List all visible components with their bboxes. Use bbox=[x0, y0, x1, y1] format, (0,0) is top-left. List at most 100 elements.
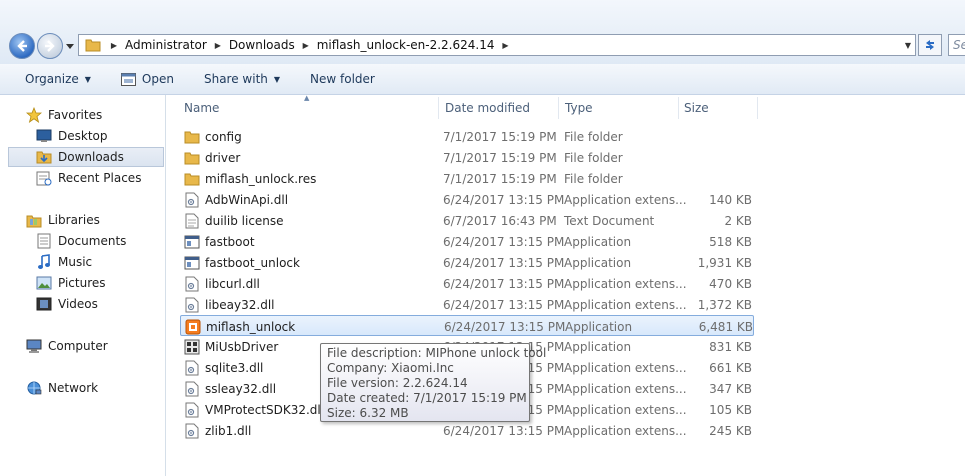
file-name-cell: MiUsbDriver bbox=[184, 336, 278, 357]
file-size-cell: 661 KB bbox=[709, 360, 752, 375]
file-type-cell: Application bbox=[565, 319, 633, 334]
folder-icon bbox=[184, 129, 200, 145]
file-row[interactable]: fastboot 6/24/2017 13:15 PM Application 518… bbox=[180, 231, 754, 252]
open-button[interactable]: Open bbox=[120, 64, 174, 94]
sidebar-item-favorites[interactable]: Favorites bbox=[26, 105, 164, 125]
file-type-cell: Application extens... bbox=[564, 381, 687, 396]
file-name-cell: sqlite3.dll bbox=[184, 357, 263, 378]
tooltip-description: File description: MIPhone unlock tool bbox=[327, 346, 547, 360]
file-type-cell: Application bbox=[564, 339, 632, 354]
star-icon bbox=[26, 107, 42, 123]
navigation-pane: Favorites Desktop Downloads Recent Place… bbox=[0, 95, 166, 476]
file-type-cell: Text Document bbox=[564, 213, 655, 228]
file-size-cell: 470 KB bbox=[709, 276, 752, 291]
computer-icon bbox=[26, 338, 42, 354]
sidebar-item-videos[interactable]: Videos bbox=[36, 294, 164, 314]
dll-icon bbox=[184, 402, 200, 418]
dll-icon bbox=[184, 360, 200, 376]
sidebar-item-computer[interactable]: Computer bbox=[26, 336, 164, 356]
file-size-cell: 831 KB bbox=[709, 339, 752, 354]
folder-icon bbox=[85, 39, 101, 52]
file-type-cell: Application bbox=[564, 234, 632, 249]
network-icon bbox=[26, 380, 42, 396]
address-dropdown-icon[interactable]: ▼ bbox=[905, 41, 911, 50]
address-bar-region: ▶ Administrator ▶ Downloads ▶ miflash_unloc… bbox=[0, 0, 965, 64]
file-row[interactable]: miflash_unlock.res 7/1/2017 15:19 PM File … bbox=[180, 168, 754, 189]
column-header-size[interactable]: Size bbox=[684, 95, 754, 121]
breadcrumb-item[interactable]: ▶ Downloads bbox=[211, 35, 299, 55]
sidebar-item-music[interactable]: Music bbox=[36, 252, 164, 272]
column-divider[interactable] bbox=[757, 97, 758, 119]
sidebar-item-network[interactable]: Network bbox=[26, 378, 164, 398]
breadcrumb-separator-icon: ▶ bbox=[214, 40, 221, 50]
file-row[interactable]: AdbWinApi.dll 6/24/2017 13:15 PM Applicati… bbox=[180, 189, 754, 210]
breadcrumb-item[interactable]: ▶ miflash_unlock-en-2.2.624.14 ▶ bbox=[299, 35, 513, 55]
address-path-box[interactable]: ▶ Administrator ▶ Downloads ▶ miflash_unloc… bbox=[78, 34, 916, 56]
music-note-icon bbox=[36, 254, 52, 270]
forward-arrow-icon bbox=[45, 40, 55, 52]
tooltip-date-created: Date created: 7/1/2017 15:19 PM bbox=[327, 391, 527, 405]
breadcrumb-item[interactable]: ▶ Administrator bbox=[107, 35, 211, 55]
file-row[interactable]: driver 7/1/2017 15:19 PM File folder bbox=[180, 147, 754, 168]
new-folder-button[interactable]: New folder bbox=[310, 64, 375, 94]
dll-icon bbox=[184, 192, 200, 208]
column-divider[interactable] bbox=[558, 97, 559, 119]
search-input[interactable]: Se bbox=[948, 34, 965, 56]
file-type-cell: Application extens... bbox=[564, 423, 687, 438]
column-divider[interactable] bbox=[678, 97, 679, 119]
tooltip-company: Company: Xiaomi.Inc bbox=[327, 361, 454, 375]
sidebar-item-pictures[interactable]: Pictures bbox=[36, 273, 164, 293]
desktop-icon bbox=[36, 128, 52, 144]
folder-icon bbox=[184, 150, 200, 166]
file-type-cell: Application bbox=[564, 255, 632, 270]
organize-button[interactable]: Organize ▼ bbox=[25, 64, 91, 94]
file-row[interactable]: duilib license 6/7/2017 16:43 PM Text Docu… bbox=[180, 210, 754, 231]
sidebar-item-desktop[interactable]: Desktop bbox=[36, 126, 164, 146]
column-divider[interactable] bbox=[438, 97, 439, 119]
column-header-type[interactable]: Type bbox=[565, 95, 677, 121]
forward-button[interactable] bbox=[37, 33, 63, 59]
file-row[interactable]: zlib1.dll 6/24/2017 13:15 PM Application e… bbox=[180, 420, 754, 441]
file-date-cell: 6/24/2017 13:15 PM bbox=[443, 234, 565, 249]
chevron-down-icon: ▼ bbox=[273, 74, 281, 84]
file-row[interactable]: libeay32.dll 6/24/2017 13:15 PM Applicatio… bbox=[180, 294, 754, 315]
breadcrumb-separator-icon: ▶ bbox=[502, 40, 509, 50]
downloads-folder-icon bbox=[36, 149, 52, 165]
dll-icon bbox=[184, 297, 200, 313]
file-name-cell: miflash_unlock.res bbox=[184, 168, 316, 189]
column-header-date-modified[interactable]: Date modified bbox=[445, 95, 557, 121]
application-icon bbox=[184, 234, 200, 250]
recent-pages-dropdown-icon[interactable] bbox=[66, 42, 74, 50]
application-icon bbox=[184, 255, 200, 271]
sidebar-item-documents[interactable]: Documents bbox=[36, 231, 164, 251]
file-type-cell: File folder bbox=[564, 171, 623, 186]
column-header-name[interactable]: Name bbox=[184, 95, 438, 121]
pictures-icon bbox=[36, 275, 52, 291]
file-name-cell: duilib license bbox=[184, 210, 284, 231]
file-size-cell bbox=[680, 168, 752, 189]
sidebar-item-recent-places[interactable]: Recent Places bbox=[36, 168, 164, 188]
tooltip-size: Size: 6.32 MB bbox=[327, 406, 409, 420]
file-date-cell: 6/24/2017 13:15 PM bbox=[443, 297, 565, 312]
file-date-cell: 6/24/2017 13:15 PM bbox=[443, 255, 565, 270]
file-info-tooltip: File description: MIPhone unlock tool Co… bbox=[320, 343, 547, 422]
file-size-cell: 1,931 KB bbox=[697, 255, 752, 270]
file-name-cell: ssleay32.dll bbox=[184, 378, 276, 399]
file-row[interactable]: config 7/1/2017 15:19 PM File folder bbox=[180, 126, 754, 147]
videos-icon bbox=[36, 296, 52, 312]
file-date-cell: 6/24/2017 13:15 PM bbox=[443, 423, 565, 438]
file-row[interactable]: libcurl.dll 6/24/2017 13:15 PM Application… bbox=[180, 273, 754, 294]
file-date-cell: 6/24/2017 13:15 PM bbox=[443, 192, 565, 207]
open-window-icon bbox=[120, 72, 136, 86]
file-size-cell: 1,372 KB bbox=[697, 297, 752, 312]
sidebar-item-libraries[interactable]: Libraries bbox=[26, 210, 164, 230]
file-type-cell: Application extens... bbox=[564, 297, 687, 312]
file-row[interactable]: miflash_unlock 6/24/2017 13:15 PM Applicat… bbox=[180, 315, 754, 336]
dll-icon bbox=[184, 276, 200, 292]
refresh-button[interactable] bbox=[918, 34, 942, 56]
file-row[interactable]: fastboot_unlock 6/24/2017 13:15 PM Applica… bbox=[180, 252, 754, 273]
back-button[interactable] bbox=[9, 33, 35, 59]
share-with-button[interactable]: Share with ▼ bbox=[204, 64, 280, 94]
sidebar-item-downloads[interactable]: Downloads bbox=[8, 147, 164, 167]
file-size-cell: 518 KB bbox=[709, 234, 752, 249]
